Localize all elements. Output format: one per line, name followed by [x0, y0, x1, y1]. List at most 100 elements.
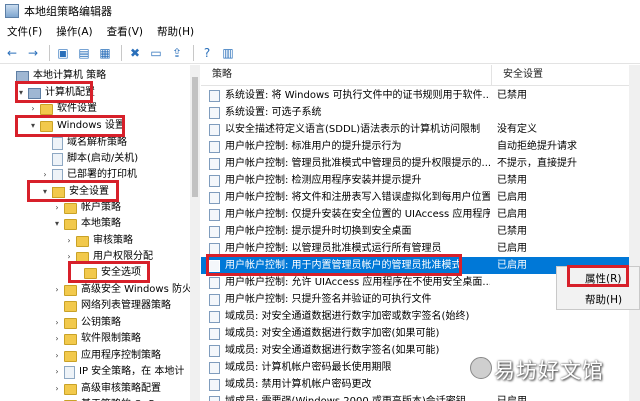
tree-item-label: IP 安全策略，在 本地计	[79, 366, 185, 377]
document-icon	[64, 365, 75, 379]
policy-row[interactable]: 系统设置: 将 Windows 可执行文件中的证书规则用于软件... 已禁用	[201, 87, 631, 104]
context-menu-help[interactable]: 帮助(H)	[557, 291, 639, 309]
policy-setting: 已启用	[497, 192, 527, 203]
policy-name: 以安全描述符定义语言(SDDL)语法表示的计算机访问限制	[225, 124, 481, 135]
policy-row[interactable]: 用户帐户控制: 管理员批准模式中管理员的提升权限提示的... 不提示，直接提升	[201, 155, 631, 172]
highlight-security-settings	[27, 180, 119, 202]
tree-item-label: 软件限制策略	[81, 333, 141, 344]
policy-icon	[209, 141, 220, 153]
folder-icon	[64, 218, 77, 230]
policy-icon	[209, 192, 220, 204]
policy-row[interactable]: 域成员: 需要强(Windows 2000 或更高版本)会话密钥已启用	[201, 393, 631, 401]
column-header-setting[interactable]: 安全设置	[492, 65, 632, 85]
policy-icon	[209, 158, 220, 170]
show-tree-icon[interactable]: ▤	[75, 44, 93, 62]
expand-arrow-icon[interactable]: ›	[52, 363, 62, 381]
collapse-arrow-icon[interactable]: ▾	[52, 215, 62, 233]
tree-item[interactable]: › IP 安全策略，在 本地计	[52, 363, 184, 381]
menu-help[interactable]: 帮助(H)	[150, 23, 201, 42]
tree-item-label: 网络列表管理器策略	[81, 300, 171, 311]
menu-view[interactable]: 查看(V)	[100, 23, 150, 42]
watermark: 易坊好文馆	[494, 359, 604, 383]
policy-name: 系统设置: 可选子系统	[225, 107, 322, 118]
policy-scrollbar[interactable]	[629, 65, 640, 401]
policy-icon	[209, 362, 220, 374]
policy-setting: 已启用	[497, 243, 527, 254]
tree-item[interactable]: › 软件限制策略	[52, 330, 141, 348]
policy-icon	[209, 345, 220, 357]
policy-name: 系统设置: 将 Windows 可执行文件中的证书规则用于软件...	[225, 90, 490, 101]
properties-icon[interactable]: ▭	[147, 44, 165, 62]
tree-scrollbar[interactable]	[190, 65, 200, 401]
toolbar-separator	[121, 44, 122, 61]
watermark-badge-icon	[470, 357, 492, 379]
toolbar: ← → ▣ ▤ ▦ ✖ ▭ ⇪? ▥	[0, 42, 640, 64]
export-icon[interactable]: ⇪	[168, 44, 186, 62]
policy-icon	[209, 379, 220, 391]
tree-item[interactable]: ▾ 本地策略	[52, 215, 121, 233]
policy-row[interactable]: 用户帐户控制: 将文件和注册表写入错误虚拟化到每用户位置 已启用	[201, 189, 631, 206]
tree-item-label: 基于策略的 QoS	[81, 396, 155, 401]
menu-action[interactable]: 操作(A)	[49, 23, 99, 42]
policy-name: 用户帐户控制: 管理员批准模式中管理员的提升权限提示的...	[225, 158, 490, 169]
policy-row[interactable]: 域成员: 对安全通道数据进行数字加密(如果可能)	[201, 325, 631, 342]
computer-icon	[16, 70, 29, 82]
toolbar-separator	[193, 44, 194, 61]
policy-row[interactable]: 以安全描述符定义语言(SDDL)语法表示的计算机访问限制 没有定义	[201, 121, 631, 138]
policy-setting: 已启用	[497, 209, 527, 220]
delete-icon[interactable]: ✖	[126, 44, 144, 62]
column-header-policy[interactable]: 策略	[201, 65, 492, 85]
policy-icon	[209, 311, 220, 323]
help-icon[interactable]: ?	[198, 44, 216, 62]
policy-name: 用户帐户控制: 提示提升时切换到安全桌面	[225, 226, 412, 237]
policy-row[interactable]: 用户帐户控制: 标准用户的提升提示行为 自动拒绝提升请求	[201, 138, 631, 155]
view-icon[interactable]: ▥	[219, 44, 237, 62]
policy-setting: 已禁用	[497, 226, 527, 237]
policy-list-pane: 策略 安全设置 系统设置: 将 Windows 可执行文件中的证书规则用于软件.…	[201, 65, 640, 401]
policy-setting: 不提示，直接提升	[497, 158, 577, 169]
document-icon	[52, 136, 63, 150]
forward-arrow-icon[interactable]: →	[24, 44, 42, 62]
list-icon[interactable]: ▦	[96, 44, 114, 62]
highlight-security-options	[68, 261, 150, 283]
tree-item[interactable]: › 基于策略的 QoS	[52, 396, 155, 401]
policy-row[interactable]: 用户帐户控制: 检测应用程序安装并提示提升 已禁用	[201, 172, 631, 189]
folder-icon	[64, 383, 77, 395]
policy-setting: 已禁用	[497, 90, 527, 101]
folder-icon	[64, 317, 77, 329]
back-arrow-icon[interactable]: ←	[3, 44, 21, 62]
header-divider	[201, 85, 640, 86]
policy-row[interactable]: 用户帐户控制: 提示提升时切换到安全桌面 已禁用	[201, 223, 631, 240]
policy-name: 域成员: 对安全通道数据进行数字加密或数字签名(始终)	[225, 311, 470, 322]
tree-item[interactable]: 网络列表管理器策略	[52, 297, 171, 315]
policy-row[interactable]: 域成员: 对安全通道数据进行数字加密或数字签名(始终)	[201, 308, 631, 325]
policy-icon	[209, 294, 220, 306]
policy-name: 用户帐户控制: 检测应用程序安装并提示提升	[225, 175, 422, 186]
policy-icon	[209, 209, 220, 221]
highlight-windows-settings	[15, 115, 125, 137]
policy-name: 用户帐户控制: 允许 UIAccess 应用程序在不使用安全桌面...	[225, 277, 490, 288]
up-folder-icon[interactable]: ▣	[54, 44, 72, 62]
menu-file[interactable]: 文件(F)	[0, 23, 49, 42]
policy-icon	[209, 124, 220, 136]
tree-scrollbar-thumb[interactable]	[192, 77, 198, 197]
policy-icon	[209, 277, 220, 289]
document-icon	[52, 152, 63, 166]
toolbar-separator	[49, 44, 50, 61]
policy-icon	[209, 226, 220, 238]
policy-icon	[209, 107, 220, 119]
expand-arrow-icon[interactable]: ›	[52, 330, 62, 348]
policy-icon	[209, 396, 220, 401]
policy-row[interactable]: 系统设置: 可选子系统	[201, 104, 631, 121]
folder-icon	[64, 300, 77, 312]
policy-name: 用户帐户控制: 只提升签名并验证的可执行文件	[225, 294, 432, 305]
folder-icon	[64, 333, 77, 345]
policy-row[interactable]: 用户帐户控制: 仅提升安装在安全位置的 UIAccess 应用程序 已启用	[201, 206, 631, 223]
folder-icon	[76, 235, 89, 247]
title-bar: 本地组策略编辑器	[0, 0, 640, 22]
policy-setting: 已禁用	[497, 175, 527, 186]
menu-bar: 文件(F) 操作(A) 查看(V) 帮助(H)	[0, 23, 640, 42]
expand-arrow-icon[interactable]: ›	[52, 396, 62, 401]
highlight-selected-policy	[206, 254, 462, 276]
window-title: 本地组策略编辑器	[24, 5, 112, 18]
